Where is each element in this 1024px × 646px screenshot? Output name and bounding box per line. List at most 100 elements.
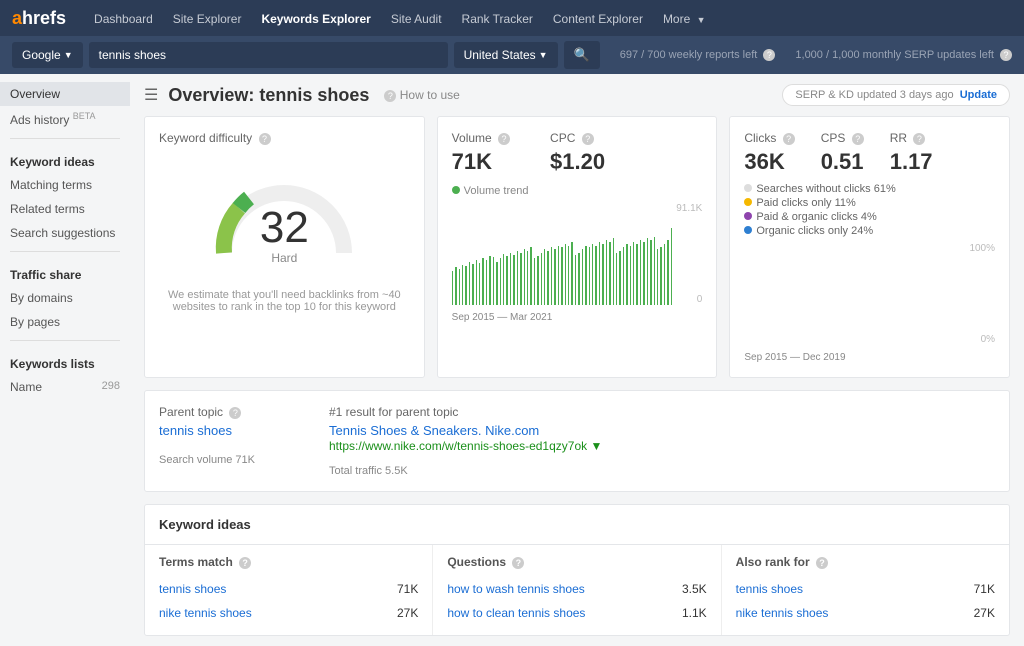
update-button[interactable]: Update xyxy=(960,89,997,101)
help-icon: ? xyxy=(384,90,396,102)
help-icon[interactable]: ? xyxy=(512,557,524,569)
parent-traffic: Total traffic 5.5K xyxy=(329,465,602,477)
volume-card: Volume ?71K CPC ?$1.20 Volume trend 91.1… xyxy=(437,116,718,378)
keyword-volume: 3.5K xyxy=(682,582,707,596)
help-icon[interactable]: ? xyxy=(783,133,795,145)
nav-link[interactable]: Keywords Explorer xyxy=(261,12,370,26)
monthly-updates-stat: 1,000 / 1,000 monthly SERP updates left … xyxy=(795,49,1012,61)
volume-trend-chart: 91.1K 0 Sep 2015 — Mar 2021 xyxy=(452,203,703,323)
nav-link[interactable]: Rank Tracker xyxy=(462,12,533,26)
keyword-input[interactable]: tennis shoes xyxy=(89,42,448,68)
legend-item: Organic clicks only 24% xyxy=(744,225,995,237)
search-engine-select[interactable]: Google▼ xyxy=(12,42,83,68)
logo[interactable]: ahrefs xyxy=(12,8,66,29)
help-icon[interactable]: ? xyxy=(852,133,864,145)
ideas-row: nike tennis shoes 27K xyxy=(736,601,995,625)
sidebar-item[interactable]: By pages xyxy=(0,310,130,334)
ideas-column-title: Also rank for ? xyxy=(736,555,995,569)
search-bar: Google▼ tennis shoes United States▼ 🔍 69… xyxy=(0,36,1024,74)
legend-item: Searches without clicks 61% xyxy=(744,183,995,195)
parent-result-url-link[interactable]: https://www.nike.com/w/tennis-shoes-ed1q… xyxy=(329,439,602,453)
help-icon[interactable]: ? xyxy=(259,133,271,145)
kd-label: Keyword difficulty ? xyxy=(159,131,410,145)
country-select[interactable]: United States▼ xyxy=(454,42,558,68)
keyword-volume: 27K xyxy=(397,606,418,620)
ideas-column: Questions ?how to wash tennis shoes3.5Kh… xyxy=(433,545,721,635)
keyword-link[interactable]: nike tennis shoes xyxy=(159,606,252,620)
page-title: Overview: tennis shoes xyxy=(168,85,369,106)
nav-link[interactable]: Content Explorer xyxy=(553,12,643,26)
cps-value: 0.51 xyxy=(821,149,864,175)
kd-note: We estimate that you'll need backlinks f… xyxy=(159,289,410,313)
nav-link[interactable]: More ▼ xyxy=(663,12,706,26)
chevron-down-icon: ▼ xyxy=(539,50,548,60)
keyword-volume: 27K xyxy=(974,606,995,620)
legend-item: Paid & organic clicks 4% xyxy=(744,211,995,223)
volume-value: 71K xyxy=(452,149,510,175)
sidebar-item[interactable]: By domains xyxy=(0,286,130,310)
sidebar: OverviewAds history BETA Keyword ideasMat… xyxy=(0,74,130,646)
weekly-reports-stat: 697 / 700 weekly reports left ? xyxy=(620,49,776,61)
keyword-volume: 1.1K xyxy=(682,606,707,620)
main-content: ☰ Overview: tennis shoes ? How to use SE… xyxy=(130,74,1024,646)
keyword-ideas-heading: Keyword ideas xyxy=(144,504,1010,544)
keyword-difficulty-card: Keyword difficulty ? 32 Hard We estimate… xyxy=(144,116,425,378)
sidebar-heading: Traffic share xyxy=(0,258,130,286)
serp-update-pill: SERP & KD updated 3 days ago Update xyxy=(782,84,1010,106)
parent-topic-card: Parent topic ? tennis shoes Search volum… xyxy=(144,390,1010,492)
nav-link[interactable]: Dashboard xyxy=(94,12,153,26)
keyword-link[interactable]: how to wash tennis shoes xyxy=(447,582,584,596)
rr-value: 1.17 xyxy=(890,149,933,175)
parent-sv: Search volume 71K xyxy=(159,454,329,466)
ideas-column: Also rank for ? tennis shoes 71K nike tenni… xyxy=(722,545,1009,635)
help-icon[interactable]: ? xyxy=(1000,49,1012,61)
keyword-ideas-body: Terms match ? tennis shoes 71K nike tennis … xyxy=(144,544,1010,636)
clicks-card: Clicks ?36K CPS ?0.51 RR ?1.17 Searches … xyxy=(729,116,1010,378)
nav-link[interactable]: Site Audit xyxy=(391,12,442,26)
search-button[interactable]: 🔍 xyxy=(564,41,600,69)
sidebar-item[interactable]: Matching terms xyxy=(0,173,130,197)
sidebar-item[interactable]: Name298 xyxy=(0,375,130,399)
keyword-volume: 71K xyxy=(974,582,995,596)
how-to-use-link[interactable]: ? How to use xyxy=(381,88,459,102)
ideas-row: how to wash tennis shoes 3.5K xyxy=(447,577,706,601)
chevron-down-icon: ▼ xyxy=(64,50,73,60)
dot-icon xyxy=(452,186,460,194)
ideas-row: tennis shoes 71K xyxy=(736,577,995,601)
parent-result-title-link[interactable]: Tennis Shoes & Sneakers. Nike.com xyxy=(329,423,539,438)
clicks-chart: 100% 0% Sep 2015 — Dec 2019 xyxy=(744,243,995,363)
keyword-link[interactable]: tennis shoes xyxy=(159,582,226,596)
ideas-row: nike tennis shoes 27K xyxy=(159,601,418,625)
menu-icon[interactable]: ☰ xyxy=(144,85,158,105)
help-icon[interactable]: ? xyxy=(816,557,828,569)
help-icon[interactable]: ? xyxy=(763,49,775,61)
top-nav: ahrefs Dashboard Site Explorer Keywords Ex… xyxy=(0,0,1024,36)
sidebar-heading: Keyword ideas xyxy=(0,145,130,173)
help-icon[interactable]: ? xyxy=(239,557,251,569)
keyword-link[interactable]: nike tennis shoes xyxy=(736,606,829,620)
ideas-column-title: Questions ? xyxy=(447,555,706,569)
cpc-value: $1.20 xyxy=(550,149,605,175)
help-icon[interactable]: ? xyxy=(229,407,241,419)
keyword-link[interactable]: how to clean tennis shoes xyxy=(447,606,585,620)
keyword-volume: 71K xyxy=(397,582,418,596)
parent-topic-link[interactable]: tennis shoes xyxy=(159,423,232,438)
help-icon[interactable]: ? xyxy=(582,133,594,145)
help-icon[interactable]: ? xyxy=(913,133,925,145)
sidebar-heading: Keywords lists xyxy=(0,347,130,375)
sidebar-item[interactable]: Ads history BETA xyxy=(0,106,130,132)
sidebar-item[interactable]: Related terms xyxy=(0,197,130,221)
clicks-value: 36K xyxy=(744,149,794,175)
kd-value: 32 xyxy=(260,203,309,253)
legend-item: Paid clicks only 11% xyxy=(744,197,995,209)
ideas-row: how to clean tennis shoes 1.1K xyxy=(447,601,706,625)
ideas-row: tennis shoes 71K xyxy=(159,577,418,601)
sidebar-item[interactable]: Search suggestions xyxy=(0,221,130,245)
nav-link[interactable]: Site Explorer xyxy=(173,12,242,26)
sidebar-item[interactable]: Overview xyxy=(0,82,130,106)
ideas-column-title: Terms match ? xyxy=(159,555,418,569)
kd-level: Hard xyxy=(271,251,297,265)
ideas-column: Terms match ? tennis shoes 71K nike tennis … xyxy=(145,545,433,635)
keyword-link[interactable]: tennis shoes xyxy=(736,582,803,596)
help-icon[interactable]: ? xyxy=(498,133,510,145)
